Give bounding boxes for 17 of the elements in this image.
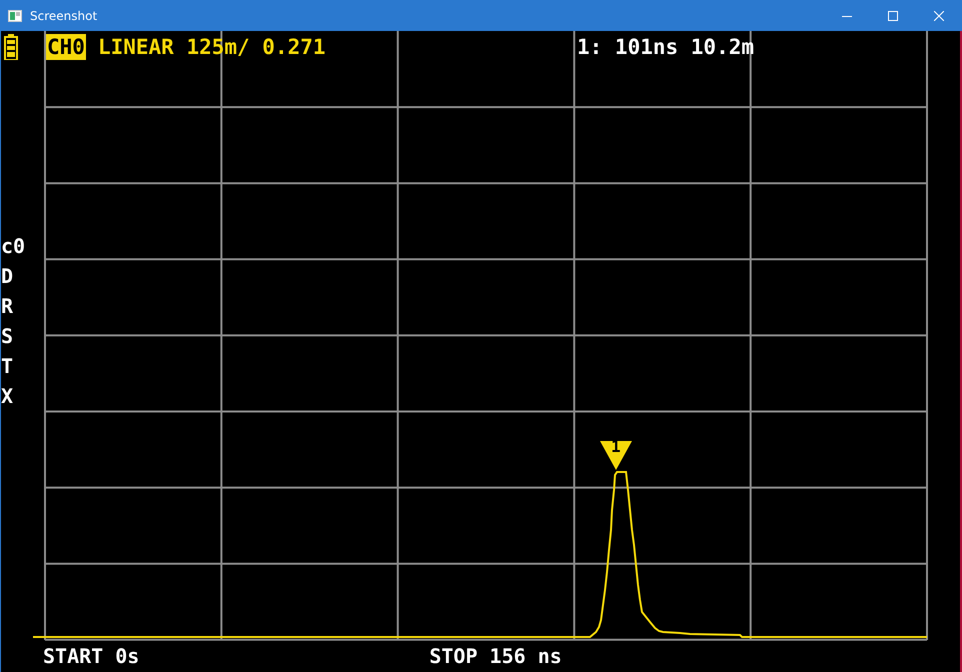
- side-label: T: [1, 353, 14, 380]
- side-label: X: [1, 383, 14, 410]
- channel-label: CH0: [46, 34, 86, 60]
- start-label: START 0s: [43, 643, 140, 669]
- marker-icon: [600, 441, 632, 470]
- side-label: S: [1, 323, 14, 350]
- maximize-icon: [888, 10, 898, 20]
- side-label: R: [1, 293, 14, 320]
- marker-readout: 1: 101ns 10.2m: [577, 34, 754, 60]
- app-icon: [8, 10, 22, 22]
- marker-label: 1: [611, 438, 621, 456]
- close-icon: [934, 10, 944, 20]
- side-label: D: [1, 263, 14, 290]
- side-label: c0: [1, 233, 26, 260]
- window-title: Screenshot: [30, 8, 98, 22]
- battery-icon: [4, 34, 18, 60]
- stop-label: STOP 156 ns: [429, 643, 562, 669]
